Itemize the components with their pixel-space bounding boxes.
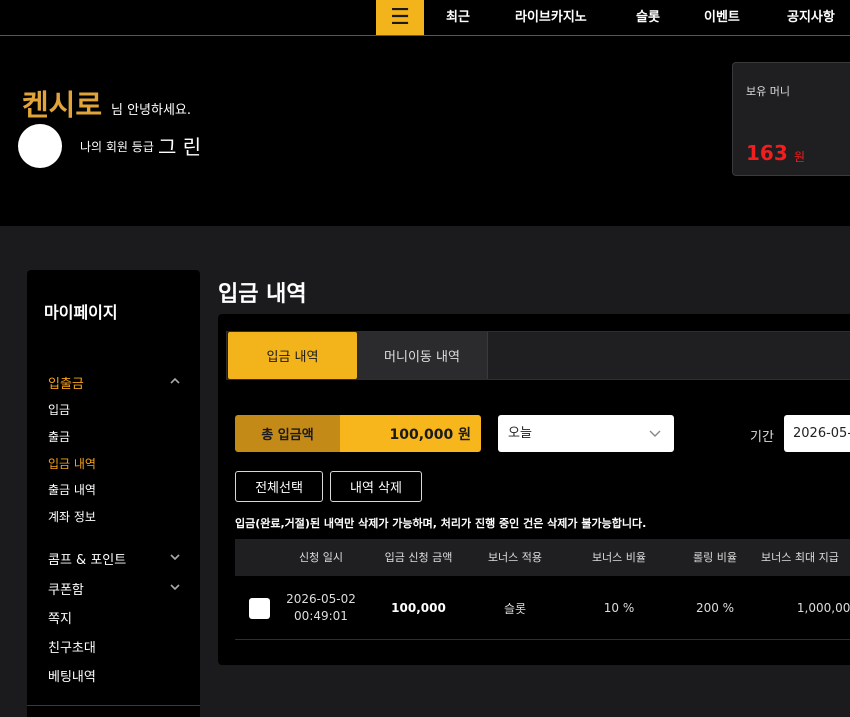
chevron-down-icon xyxy=(648,415,662,452)
grade-value: 그 린 xyxy=(158,135,202,159)
th-bonus-apply: 보너스 적용 xyxy=(487,551,543,564)
date-start-input[interactable]: 2026-05- xyxy=(784,415,850,452)
tab-money-transfer-history[interactable]: 머니이동 내역 xyxy=(357,332,488,379)
td-deposit-amount: 100,000 xyxy=(391,601,446,615)
money-label: 보유 머니 xyxy=(746,85,790,98)
td-bonus-ratio: 10 % xyxy=(603,601,635,615)
row-checkbox[interactable] xyxy=(249,598,270,619)
sidebar-item-account-info[interactable]: 계좌 정보 xyxy=(48,508,96,525)
sidebar-divider xyxy=(27,705,200,706)
delete-history-button[interactable]: 내역 삭제 xyxy=(330,471,422,502)
chevron-down-icon[interactable] xyxy=(168,580,182,594)
sidebar-section-betting[interactable]: 베팅내역 xyxy=(48,666,96,685)
chevron-up-icon[interactable] xyxy=(168,374,182,388)
user-name: 켄시로 xyxy=(22,88,103,122)
top-nav: ☰ 최근 라이브카지노 슬롯 이벤트 공지사항 xyxy=(0,0,850,36)
total-deposit-label: 총 입금액 xyxy=(235,415,340,452)
sidebar-item-deposit[interactable]: 입금 xyxy=(48,401,70,418)
greeting-text: 님 안녕하세요. xyxy=(111,103,192,118)
th-bonus-ratio: 보너스 비율 xyxy=(591,551,647,564)
avatar xyxy=(18,124,62,168)
td-bonus-apply: 슬롯 xyxy=(503,601,527,616)
td-bonus-max: 1,000,000 xyxy=(796,601,850,615)
money-box: 보유 머니 163 원 xyxy=(732,62,850,176)
money-unit: 원 xyxy=(794,150,806,164)
period-select[interactable]: 오늘 xyxy=(498,415,674,452)
sidebar: 마이페이지 입출금 입금 출금 입금 내역 출금 내역 계좌 정보 콤프 & 포… xyxy=(27,270,200,717)
tab-deposit-history[interactable]: 입금 내역 xyxy=(228,332,357,379)
td-rolling-ratio: 200 % xyxy=(695,601,735,615)
nav-item-event[interactable]: 이벤트 xyxy=(704,0,740,35)
sidebar-section-comp-point[interactable]: 콤프 & 포인트 xyxy=(48,549,126,568)
hamburger-icon: ☰ xyxy=(390,5,410,30)
grade-label: 나의 회원 등급 xyxy=(80,140,154,154)
nav-item-live-casino[interactable]: 라이브카지노 xyxy=(515,0,587,35)
content-panel: 입금 내역 머니이동 내역 총 입금액 100,000 원 오늘 기간 2026… xyxy=(218,314,850,665)
period-select-value: 오늘 xyxy=(508,426,532,441)
nav-item-slot[interactable]: 슬롯 xyxy=(636,0,660,35)
sidebar-item-deposit-history[interactable]: 입금 내역 xyxy=(48,455,96,472)
td-request-date: 2026-05-02 00:49:01 xyxy=(281,576,361,640)
user-hero: 켄시로 님 안녕하세요. 나의 회원 등급 그 린 보유 머니 163 원 xyxy=(0,36,850,226)
nav-item-recent[interactable]: 최근 xyxy=(446,0,470,35)
sidebar-item-withdraw[interactable]: 출금 xyxy=(48,428,70,445)
sidebar-item-withdraw-history[interactable]: 출금 내역 xyxy=(48,481,96,498)
page: ☰ 최근 라이브카지노 슬롯 이벤트 공지사항 켄시로 님 안녕하세요. 나의 … xyxy=(0,0,850,717)
sidebar-section-coupon[interactable]: 쿠폰함 xyxy=(48,579,84,598)
th-deposit-amount: 입금 신청 금액 xyxy=(384,551,453,564)
nav-item-notice[interactable]: 공지사항 xyxy=(787,0,835,35)
total-deposit-value: 100,000 원 xyxy=(340,415,481,452)
th-rolling-ratio: 롤링 비율 xyxy=(693,551,737,564)
sidebar-title: 마이페이지 xyxy=(44,303,118,322)
th-bonus-max: 보너스 최대 지급 xyxy=(761,551,839,564)
td-time: 00:49:01 xyxy=(294,609,348,623)
table-row: 2026-05-02 00:49:01 100,000 슬롯 10 % 200 … xyxy=(235,576,850,640)
sidebar-section-invite[interactable]: 친구초대 xyxy=(48,637,96,656)
sidebar-section-deposit-withdraw[interactable]: 입출금 xyxy=(48,373,84,392)
th-request-date: 신청 일시 xyxy=(299,551,343,564)
delete-notice: 입금(완료,거절)된 내역만 삭제가 가능하며, 처리가 진행 중인 건은 삭제… xyxy=(235,517,647,530)
table-header: 신청 일시 입금 신청 금액 보너스 적용 보너스 비율 롤링 비율 보너스 최… xyxy=(235,539,850,576)
sidebar-section-message[interactable]: 쪽지 xyxy=(48,608,72,627)
select-all-button[interactable]: 전체선택 xyxy=(235,471,323,502)
money-value: 163 xyxy=(746,141,788,165)
period-label: 기간 xyxy=(750,430,774,445)
chevron-down-icon[interactable] xyxy=(168,550,182,564)
td-date: 2026-05-02 xyxy=(286,592,356,606)
menu-button[interactable]: ☰ xyxy=(376,0,424,35)
page-title: 입금 내역 xyxy=(218,282,307,307)
